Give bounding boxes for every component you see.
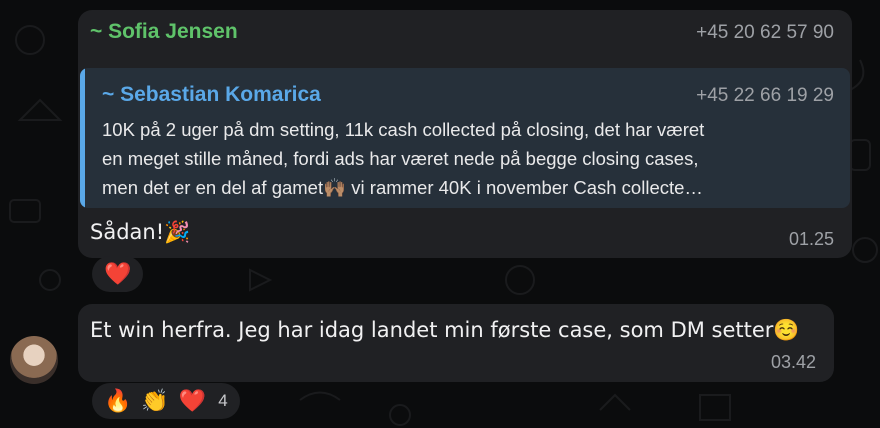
message-time: 03.42: [770, 352, 816, 372]
reply-accent-bar: [80, 68, 85, 208]
reactions-bar[interactable]: ❤️: [92, 256, 144, 292]
sender-phone: +45 20 62 57 90: [696, 22, 834, 43]
sender-name[interactable]: ~ Sofia Jensen: [90, 20, 238, 44]
reply-quote[interactable]: ~ Sebastian Komarica +45 22 66 19 29 10K…: [80, 68, 850, 208]
message-time: 01.25: [788, 229, 834, 249]
reply-text-line: 10K på 2 uger på dm setting, 11k cash co…: [102, 119, 705, 140]
reply-text: 10K på 2 uger på dm setting, 11k cash co…: [102, 115, 842, 202]
reactions-bar[interactable]: 🔥 👏 ❤️ 4: [92, 383, 240, 419]
message-text: Et win herfra. Jeg har idag landet min f…: [90, 318, 800, 342]
reaction-count: 4: [218, 391, 228, 410]
reply-text-line: men det er en del af gamet🙌🏽 vi rammer 4…: [102, 177, 703, 198]
fire-reaction[interactable]: 🔥: [104, 389, 131, 414]
heart-reaction[interactable]: ❤️: [104, 262, 131, 287]
reply-text-line: en meget stille måned, fordi ads har vær…: [102, 148, 699, 169]
message-bubble-2[interactable]: Et win herfra. Jeg har idag landet min f…: [78, 304, 834, 382]
clap-reaction[interactable]: 👏: [141, 389, 168, 414]
reply-sender-phone: +45 22 66 19 29: [696, 85, 834, 106]
message-text: Sådan!🎉: [90, 220, 191, 244]
avatar[interactable]: [10, 336, 58, 384]
heart-reaction[interactable]: ❤️: [179, 389, 206, 414]
reply-sender-name: ~ Sebastian Komarica: [102, 83, 321, 106]
message-bubble-1[interactable]: ~ Sofia Jensen +45 20 62 57 90 ~ Sebasti…: [78, 10, 852, 258]
